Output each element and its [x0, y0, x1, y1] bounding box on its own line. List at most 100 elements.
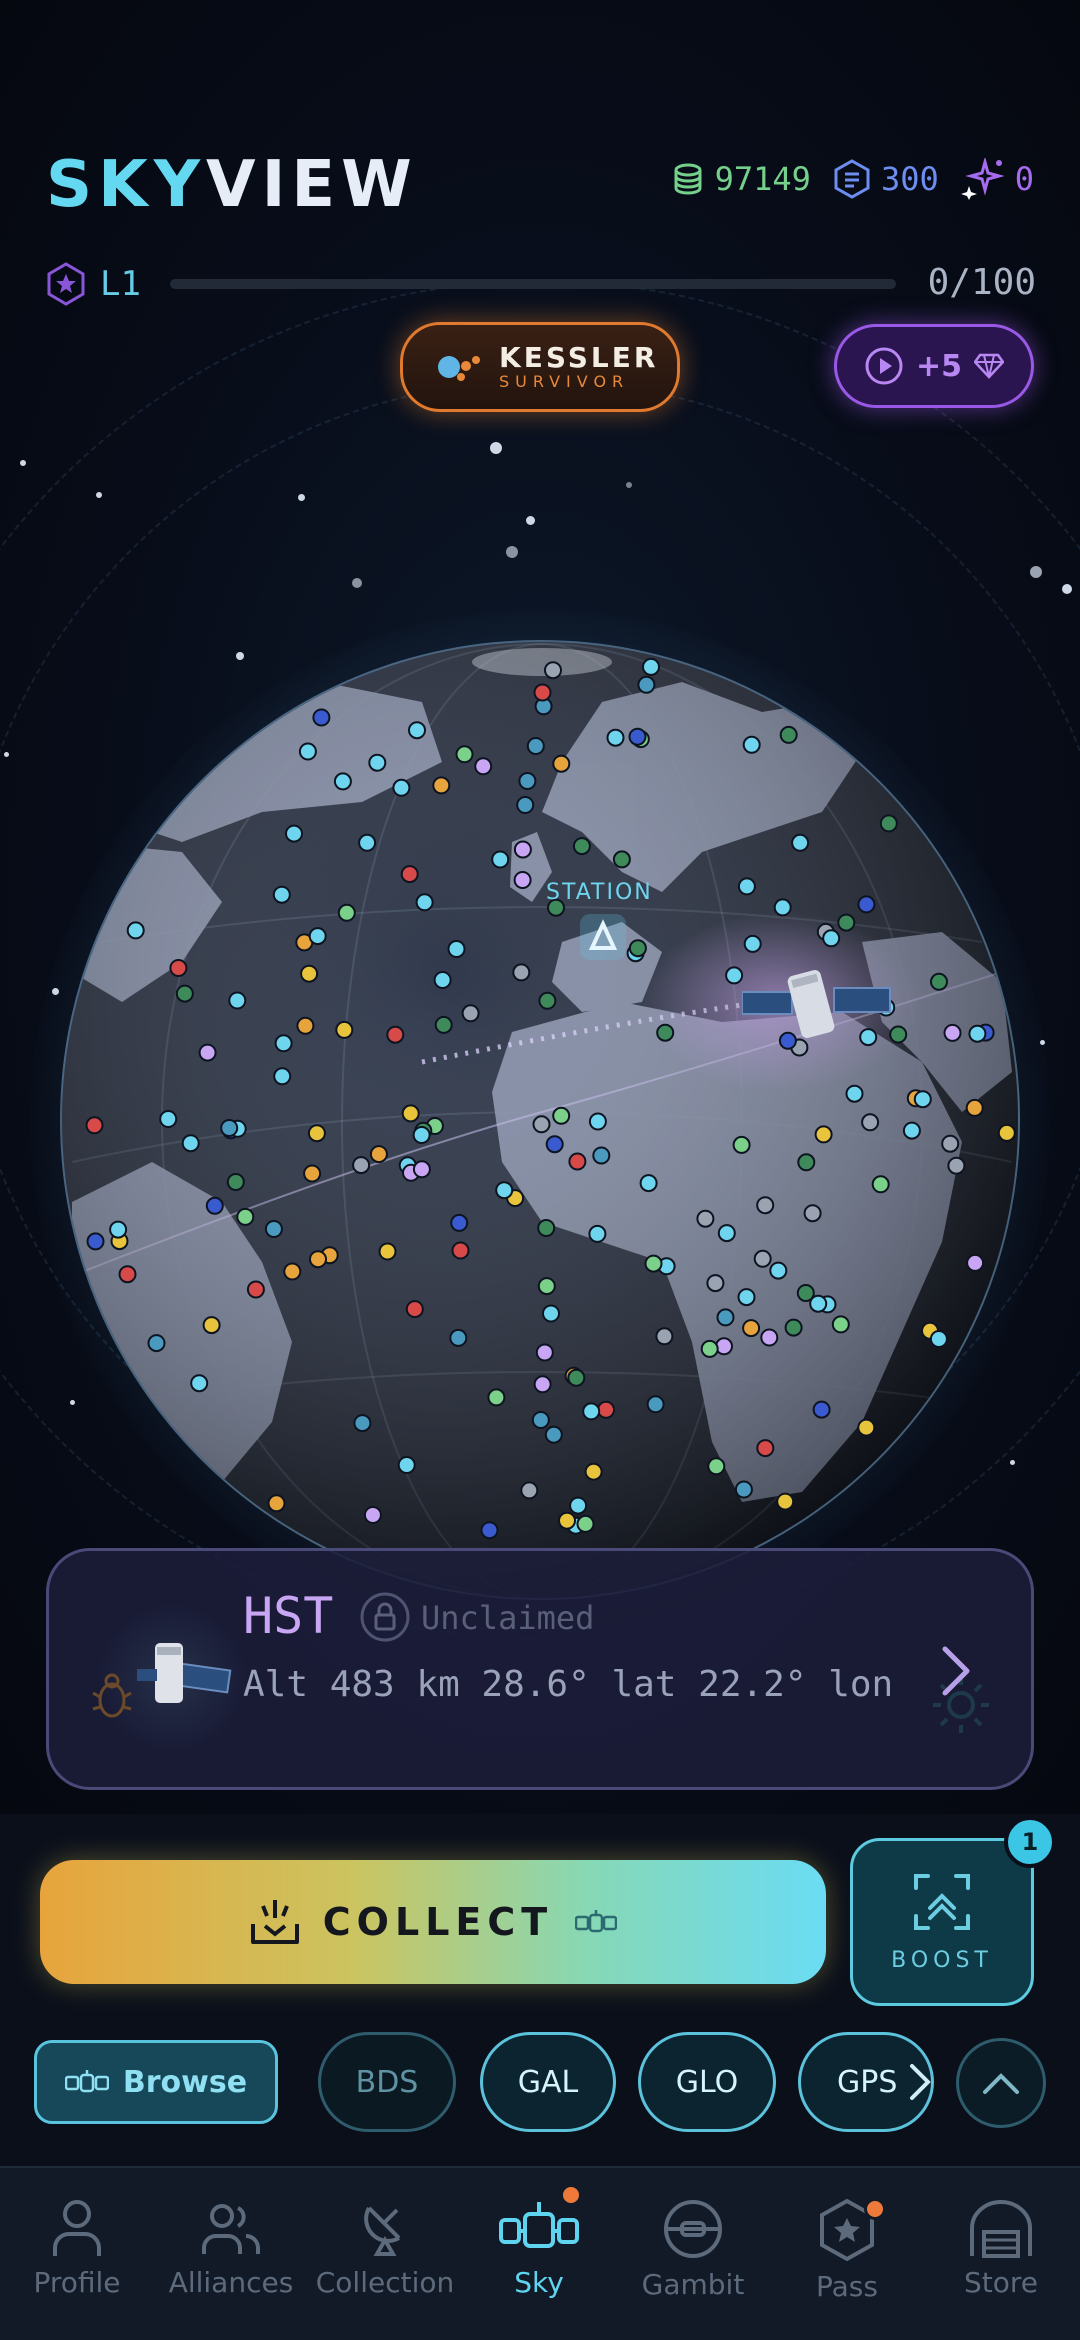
satellite-dot[interactable] [644, 1254, 663, 1273]
satellite-dot[interactable] [776, 1492, 795, 1511]
satellite-dot[interactable] [700, 1339, 719, 1358]
chip-glo[interactable]: GLO [638, 2032, 776, 2132]
satellite-dot[interactable] [537, 1219, 556, 1237]
satellite-dot[interactable] [307, 1124, 326, 1143]
satellite-dot[interactable] [797, 1153, 816, 1172]
satellite-dot[interactable] [531, 1411, 550, 1429]
satellite-dot[interactable] [532, 1115, 551, 1134]
satellite-dot[interactable] [784, 1318, 803, 1337]
station-marker-icon[interactable] [578, 912, 628, 962]
satellite-dot[interactable] [264, 1220, 283, 1238]
satellite-dot[interactable] [568, 1152, 587, 1171]
satellite-dot[interactable] [118, 1265, 137, 1284]
satellite-dot[interactable] [779, 725, 798, 744]
watch-ad-reward-button[interactable]: +5 [834, 324, 1034, 408]
satellite-dot[interactable] [582, 1402, 601, 1421]
spark-counter[interactable]: 0 [960, 158, 1034, 200]
satellite-dot[interactable] [597, 1400, 615, 1419]
satellite-dot[interactable] [267, 1494, 286, 1513]
satellite-dot[interactable] [283, 1262, 302, 1281]
satellite-dot[interactable] [656, 1023, 675, 1042]
satellite-dot[interactable] [175, 984, 194, 1003]
satellite-dot[interactable] [968, 1024, 987, 1043]
satellite-dot[interactable] [274, 1034, 293, 1053]
chip-bds[interactable]: BDS [318, 2032, 456, 2132]
satellite-dot[interactable] [637, 675, 656, 694]
satellite-dot[interactable] [760, 1328, 779, 1347]
satellite-dot[interactable] [879, 814, 898, 833]
satellite-dot[interactable] [512, 963, 531, 982]
collect-button[interactable]: COLLECT [40, 1860, 826, 1984]
satellite-dot[interactable] [520, 1481, 539, 1500]
satellite-dot[interactable] [226, 1173, 245, 1191]
satellite-dot[interactable] [558, 1511, 576, 1530]
earth-globe[interactable] [60, 640, 1020, 1600]
satellite-dot[interactable] [567, 1368, 586, 1387]
satellite-dot[interactable] [202, 1316, 221, 1335]
satellite-dot[interactable] [822, 929, 841, 948]
satellite-dot[interactable] [353, 1414, 372, 1433]
satellite-dot[interactable] [572, 837, 591, 856]
satellite-dot[interactable] [837, 913, 856, 932]
satellite-dot[interactable] [526, 737, 545, 755]
satellite-dot[interactable] [386, 1025, 405, 1044]
satellite-dot[interactable] [363, 1506, 382, 1524]
browse-button[interactable]: Browse [34, 2040, 278, 2124]
satellite-dot[interactable] [308, 927, 327, 946]
satellite-dot[interactable] [272, 885, 291, 904]
satellite-dot[interactable] [646, 1395, 665, 1414]
satellite-dot[interactable] [889, 1025, 908, 1044]
tab-sky[interactable]: Sky [462, 2168, 616, 2340]
satellite-dot[interactable] [756, 1196, 775, 1215]
satellite-dot[interactable] [298, 742, 317, 761]
satellite-dot[interactable] [544, 1425, 563, 1444]
satellite-dot[interactable] [943, 1023, 962, 1042]
satellite-dot[interactable] [628, 727, 647, 746]
satellite-dot[interactable] [495, 1181, 514, 1200]
satellite-dot[interactable] [791, 833, 810, 852]
satellite-dot[interactable] [588, 1112, 607, 1131]
satellite-dot[interactable] [584, 1462, 603, 1481]
satellite-dot[interactable] [109, 1220, 128, 1239]
satellite-dot[interactable] [405, 1300, 424, 1319]
satellite-dot[interactable] [220, 1119, 239, 1137]
satellite-dot[interactable] [612, 850, 631, 869]
satellite-dot[interactable] [913, 1090, 932, 1109]
satellite-dot[interactable] [732, 1135, 751, 1154]
satellite-dot[interactable] [513, 871, 532, 889]
boost-button[interactable]: BOOST [850, 1838, 1034, 2006]
satellite-dot[interactable] [696, 1209, 715, 1228]
chevron-right-icon[interactable] [915, 1631, 995, 1711]
satellite-dot[interactable] [491, 850, 510, 869]
satellite-info-card[interactable]: HST Unclaimed Alt 483 km 28.6° lat 22.2°… [46, 1548, 1034, 1790]
satellite-dot[interactable] [545, 1135, 564, 1154]
satellite-dot[interactable] [369, 1145, 388, 1164]
satellite-dot[interactable] [535, 1343, 554, 1362]
satellite-dot[interactable] [451, 1241, 470, 1260]
satellite-dot[interactable] [198, 1043, 217, 1062]
satellite-dot[interactable] [480, 1521, 499, 1540]
satellite-dot[interactable] [228, 991, 247, 1010]
satellite-dot[interactable] [552, 754, 571, 773]
satellite-dot[interactable] [312, 708, 331, 727]
satellite-dot[interactable] [449, 1328, 468, 1347]
satellite-dot[interactable] [352, 1156, 371, 1175]
collapse-button[interactable] [956, 2038, 1046, 2128]
satellite-dot[interactable] [941, 1134, 960, 1153]
satellite-dot[interactable] [392, 778, 411, 797]
satellite-dot[interactable] [737, 877, 756, 896]
satellite-dot[interactable] [606, 728, 625, 747]
satellite-dot[interactable] [588, 1224, 607, 1243]
satellite-dot[interactable] [236, 1207, 255, 1226]
satellite-dot[interactable] [803, 1204, 822, 1223]
satellite-dot[interactable] [434, 1015, 453, 1034]
satellite-dot[interactable] [753, 1249, 772, 1268]
tab-collection[interactable]: Collection [308, 2168, 462, 2340]
scroll-right-chevron-icon[interactable] [908, 2062, 932, 2102]
satellite-dot[interactable] [181, 1134, 200, 1153]
tab-pass[interactable]: Pass [770, 2168, 924, 2340]
satellite-dot[interactable] [412, 1160, 431, 1179]
satellite-dot[interactable] [335, 1020, 354, 1039]
satellite-dot[interactable] [533, 1375, 552, 1394]
satellite-dot[interactable] [126, 921, 145, 940]
